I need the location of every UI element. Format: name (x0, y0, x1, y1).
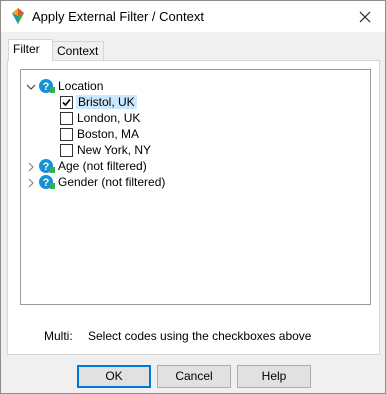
tab-filter[interactable]: Filter (8, 39, 53, 61)
tab-context[interactable]: Context (52, 41, 104, 60)
tree-item-new-york[interactable]: New York, NY (60, 142, 152, 158)
checkbox-new-york[interactable] (60, 143, 73, 157)
tree-item-london[interactable]: London, UK (60, 110, 141, 126)
tree-item-bristol[interactable]: Bristol, UK (60, 94, 137, 110)
ok-button[interactable]: OK (77, 365, 151, 388)
tree-item-boston[interactable]: Boston, MA (60, 126, 140, 142)
filter-panel: ? Location Bristol, UK London, UK Boston… (7, 60, 380, 355)
tree-item-location[interactable]: ? Location (26, 78, 104, 94)
question-icon: ? (39, 174, 55, 190)
svg-text:?: ? (43, 161, 50, 173)
selection-hint-text: Select codes using the checkboxes above (88, 329, 312, 343)
check-icon (62, 98, 71, 106)
chevron-down-icon[interactable] (26, 81, 36, 91)
tree-item-label: Gender (not filtered) (58, 175, 166, 189)
checkbox-london[interactable] (60, 111, 73, 125)
checkbox-bristol[interactable] (60, 95, 73, 109)
tree-item-gender[interactable]: ? Gender (not filtered) (26, 174, 166, 190)
selection-mode-hint: Multi: Select codes using the checkboxes … (44, 329, 311, 343)
tree-item-label: Boston, MA (77, 127, 140, 141)
title-bar: Apply External Filter / Context (1, 1, 385, 32)
filter-tree[interactable]: ? Location Bristol, UK London, UK Boston… (20, 69, 371, 305)
svg-text:?: ? (43, 81, 50, 93)
close-button[interactable] (351, 5, 379, 29)
tree-item-label: London, UK (77, 111, 141, 125)
tree-item-label: New York, NY (77, 143, 152, 157)
svg-text:?: ? (43, 177, 50, 189)
cancel-button[interactable]: Cancel (157, 365, 231, 388)
dialog-window: Apply External Filter / Context Filter C… (0, 0, 386, 394)
window-title: Apply External Filter / Context (32, 9, 204, 24)
tree-item-label: Age (not filtered) (58, 159, 147, 173)
question-icon: ? (39, 78, 55, 94)
chevron-right-icon[interactable] (26, 161, 36, 172)
tree-item-age[interactable]: ? Age (not filtered) (26, 158, 148, 174)
chevron-right-icon[interactable] (26, 177, 36, 188)
tree-item-label: Location (58, 79, 104, 93)
question-icon: ? (39, 158, 55, 174)
checkbox-boston[interactable] (60, 127, 73, 141)
close-icon (359, 11, 371, 23)
help-button[interactable]: Help (237, 365, 311, 388)
app-logo-icon (9, 7, 27, 25)
tree-item-label: Bristol, UK (76, 95, 137, 109)
selection-mode-label: Multi: (44, 329, 73, 343)
